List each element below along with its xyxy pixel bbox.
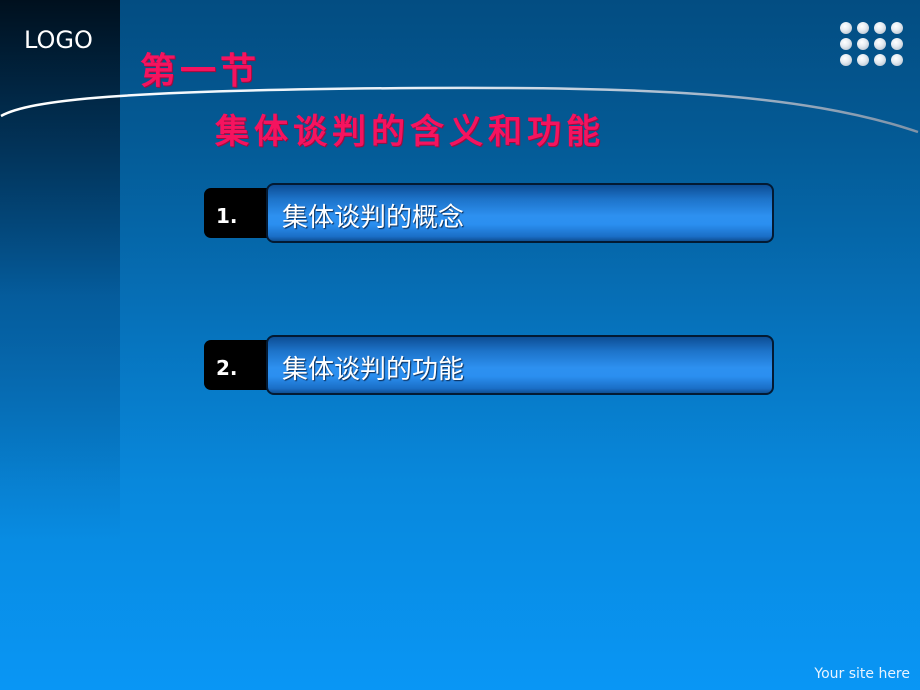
dot <box>857 22 869 34</box>
logo: LOGO <box>24 26 93 54</box>
list-item[interactable]: 1. 集体谈判的概念 <box>204 183 774 243</box>
dot <box>840 54 852 66</box>
item-label: 集体谈判的功能 <box>282 355 465 385</box>
section-label: 第一节 <box>140 50 261 92</box>
dot <box>891 22 903 34</box>
footer-site-text: Your site here <box>814 666 910 682</box>
dot-grid-icon <box>840 22 903 66</box>
dot <box>857 38 869 50</box>
item-number: 1. <box>216 204 238 228</box>
dot <box>874 54 886 66</box>
item-bar[interactable]: 集体谈判的概念 <box>266 183 774 243</box>
list-item[interactable]: 2. 集体谈判的功能 <box>204 335 774 395</box>
dot <box>891 38 903 50</box>
item-label: 集体谈判的概念 <box>282 203 465 233</box>
item-number: 2. <box>216 356 238 380</box>
dot <box>874 38 886 50</box>
page-title: 集体谈判的含义和功能 <box>215 112 605 152</box>
item-bar[interactable]: 集体谈判的功能 <box>266 335 774 395</box>
dot <box>874 22 886 34</box>
dot <box>891 54 903 66</box>
dot <box>840 22 852 34</box>
dot <box>857 54 869 66</box>
dot <box>840 38 852 50</box>
